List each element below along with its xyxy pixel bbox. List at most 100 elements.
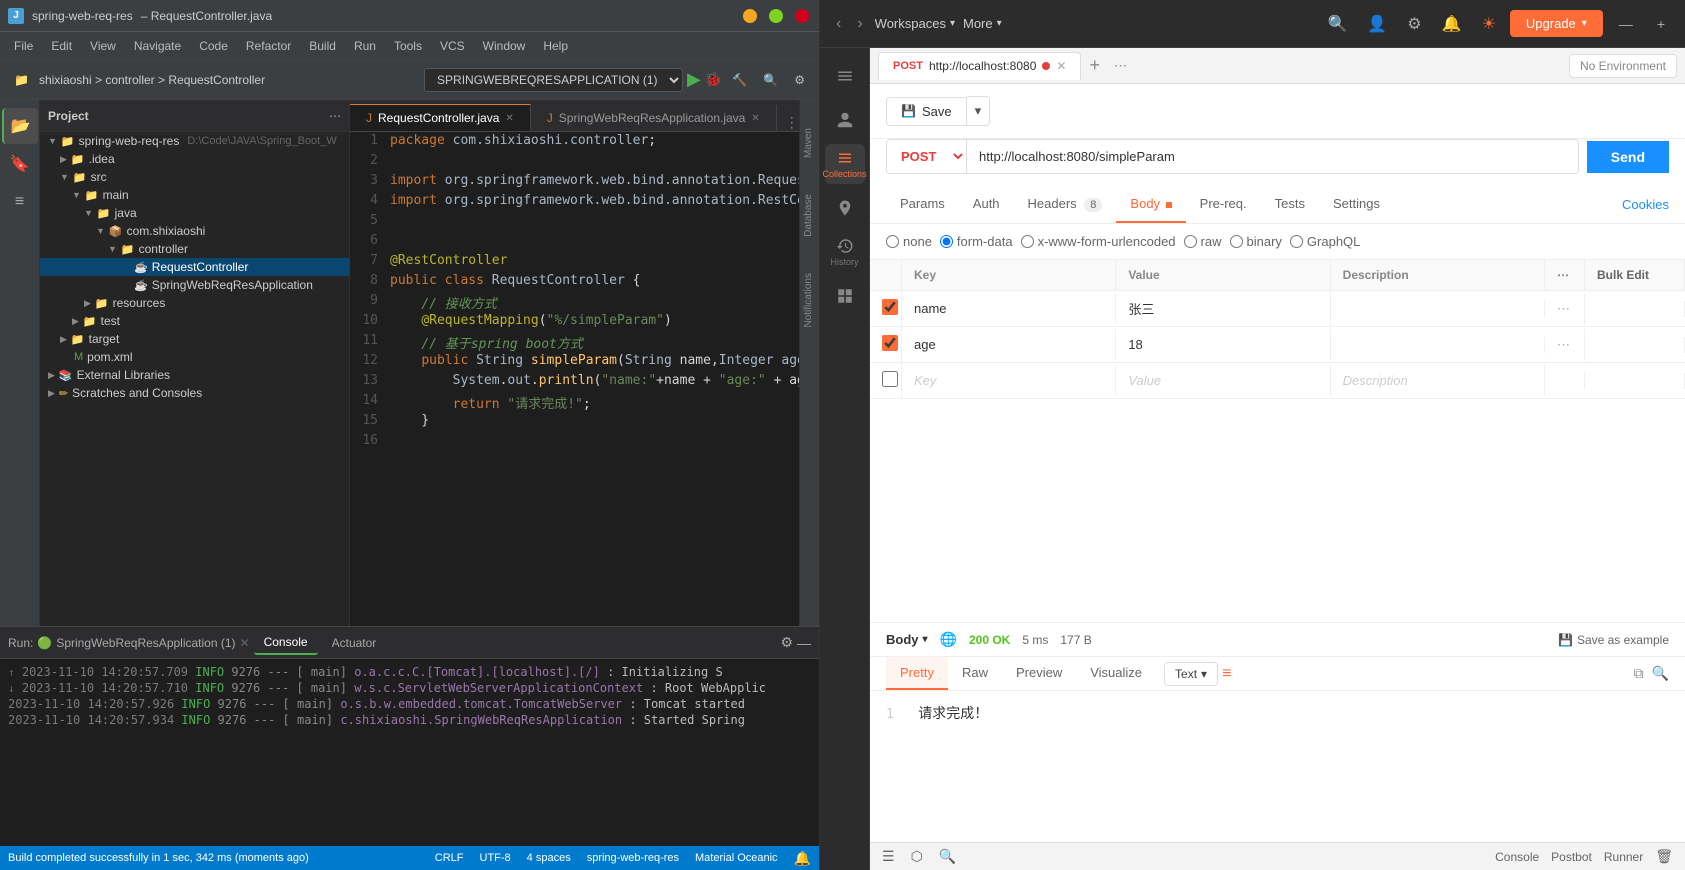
tree-options[interactable]: ⋯: [329, 109, 341, 123]
pm-body-label[interactable]: Body ▾: [886, 632, 928, 647]
pm-back-button[interactable]: ‹: [832, 11, 845, 37]
pm-sidebar-grid-icon[interactable]: [825, 276, 865, 316]
pm-theme-button[interactable]: ☀: [1476, 8, 1502, 40]
close-tab-icon[interactable]: ✕: [1056, 59, 1066, 73]
sidebar-structure-icon[interactable]: ≡: [2, 184, 38, 220]
binary-radio[interactable]: binary: [1230, 234, 1282, 249]
tab-body[interactable]: Body: [1116, 186, 1185, 223]
graphql-radio-input[interactable]: [1290, 235, 1303, 248]
pm-bell-button[interactable]: 🔔: [1436, 8, 1468, 40]
indent-label[interactable]: 4 spaces: [527, 852, 571, 864]
res-tab-visualize[interactable]: Visualize: [1076, 657, 1156, 690]
pm-save-example-button[interactable]: 💾 Save as example: [1558, 633, 1669, 647]
th-bulk-edit[interactable]: Bulk Edit: [1585, 260, 1685, 290]
menu-code[interactable]: Code: [191, 35, 236, 57]
menu-edit[interactable]: Edit: [43, 35, 80, 57]
maximize-button[interactable]: [769, 9, 783, 23]
pm-sidebar-history-icon[interactable]: History: [825, 232, 865, 272]
list-item[interactable]: M pom.xml: [40, 348, 349, 366]
database-label[interactable]: Database: [800, 186, 819, 245]
minimize-panel-icon[interactable]: —: [797, 635, 811, 651]
pm-search-button[interactable]: 🔍: [1321, 8, 1353, 40]
crlf-label[interactable]: CRLF: [435, 852, 464, 864]
td-value[interactable]: 张三: [1116, 291, 1330, 326]
pm-statusbar-icon3[interactable]: 🔍: [939, 848, 956, 865]
td-checkbox[interactable]: [870, 363, 902, 398]
settings-icon[interactable]: ⚙: [780, 634, 793, 651]
pm-upgrade-button[interactable]: Upgrade ▾: [1510, 10, 1603, 37]
search-response-icon[interactable]: 🔍: [1652, 665, 1669, 682]
close-button[interactable]: [795, 9, 809, 23]
tab-params[interactable]: Params: [886, 186, 959, 223]
close-tab-icon[interactable]: ✕: [751, 113, 759, 124]
settings-button[interactable]: ⚙: [788, 69, 811, 91]
branch-label[interactable]: spring-web-req-res: [587, 852, 679, 864]
notifications-label[interactable]: Notifications: [800, 265, 819, 335]
td-more[interactable]: ⋯: [1545, 293, 1585, 325]
close-run-icon[interactable]: ✕: [240, 636, 250, 650]
td-value[interactable]: 18: [1116, 329, 1330, 360]
form-data-radio[interactable]: form-data: [940, 234, 1013, 249]
tab-console[interactable]: Console: [254, 631, 318, 655]
menu-vcs[interactable]: VCS: [432, 35, 473, 57]
td-description[interactable]: [1331, 301, 1545, 317]
pm-request-tab[interactable]: POST http://localhost:8080 ✕: [878, 52, 1081, 80]
pm-postbot-label[interactable]: Postbot: [1551, 850, 1592, 864]
pm-minimize-button[interactable]: —: [1611, 12, 1641, 36]
menu-refactor[interactable]: Refactor: [238, 35, 299, 57]
menu-help[interactable]: Help: [535, 35, 576, 57]
pm-env-selector[interactable]: No Environment: [1569, 54, 1677, 78]
td-description[interactable]: [1331, 337, 1545, 353]
pm-sidebar-environments-icon[interactable]: [825, 188, 865, 228]
res-tab-raw[interactable]: Raw: [948, 657, 1002, 690]
row-checkbox[interactable]: [882, 335, 898, 351]
td-more[interactable]: ⋯: [1545, 329, 1585, 361]
pm-expand-button[interactable]: +: [1649, 12, 1673, 36]
list-item[interactable]: ▶ 📁 .idea: [40, 150, 349, 168]
pm-url-input[interactable]: [967, 141, 1578, 172]
tab-actuator[interactable]: Actuator: [322, 632, 387, 654]
menu-tools[interactable]: Tools: [386, 35, 430, 57]
minimize-button[interactable]: [743, 9, 757, 23]
none-radio[interactable]: none: [886, 234, 932, 249]
list-item[interactable]: ▼ 📁 controller: [40, 240, 349, 258]
list-item[interactable]: ▶ 📁 resources: [40, 294, 349, 312]
debug-button[interactable]: 🐞: [705, 71, 722, 88]
run-config-dropdown[interactable]: SPRINGWEBREQRESAPPLICATION (1): [424, 68, 683, 92]
list-item[interactable]: ▼ 📦 com.shixiaoshi: [40, 222, 349, 240]
tree-root[interactable]: ▼ 📁 spring-web-req-res D:\Code\JAVA\Spri…: [40, 132, 349, 150]
list-item[interactable]: ▼ 📁 main: [40, 186, 349, 204]
tab-auth[interactable]: Auth: [959, 186, 1014, 223]
tab-settings[interactable]: Settings: [1319, 186, 1394, 223]
res-tab-pretty[interactable]: Pretty: [886, 657, 948, 690]
tab-spring-app[interactable]: J SpringWebReqResApplication.java ✕: [531, 105, 777, 131]
list-item[interactable]: ▶ 📚 External Libraries: [40, 366, 349, 384]
editor-menu-icon[interactable]: ⋮: [785, 114, 799, 131]
tab-prereq[interactable]: Pre-req.: [1186, 186, 1261, 223]
pm-forward-button[interactable]: ›: [853, 11, 866, 37]
urlencoded-radio-input[interactable]: [1021, 235, 1034, 248]
charset-label[interactable]: UTF-8: [480, 852, 511, 864]
binary-radio-input[interactable]: [1230, 235, 1243, 248]
editor-content[interactable]: 1 package com.shixiaoshi.controller; 2 3…: [350, 132, 799, 626]
row-checkbox[interactable]: [882, 299, 898, 315]
pm-workspace-button[interactable]: Workspaces ▾: [875, 16, 955, 31]
menu-window[interactable]: Window: [475, 35, 534, 57]
pm-save-button[interactable]: 💾 Save: [886, 97, 967, 126]
pm-settings-button[interactable]: ⚙: [1401, 8, 1427, 40]
td-key-empty[interactable]: Key: [902, 365, 1116, 396]
menu-file[interactable]: File: [6, 35, 41, 57]
pm-text-format-dropdown[interactable]: Text ▾: [1164, 662, 1218, 686]
list-item[interactable]: ▶ 📁 test: [40, 312, 349, 330]
notifications-icon[interactable]: 🔔: [794, 850, 811, 867]
list-item[interactable]: ▼ 📁 src: [40, 168, 349, 186]
td-key[interactable]: name: [902, 293, 1116, 324]
close-tab-icon[interactable]: ✕: [505, 113, 513, 124]
format-icon[interactable]: ≡: [1222, 665, 1231, 683]
graphql-radio[interactable]: GraphQL: [1290, 234, 1360, 249]
pm-save-dropdown[interactable]: ▾: [967, 96, 991, 126]
tab-headers[interactable]: Headers 8: [1014, 186, 1117, 223]
list-item[interactable]: ▼ 📁 java: [40, 204, 349, 222]
new-tab-button[interactable]: +: [1083, 55, 1106, 76]
build-button[interactable]: 🔨: [726, 69, 753, 91]
